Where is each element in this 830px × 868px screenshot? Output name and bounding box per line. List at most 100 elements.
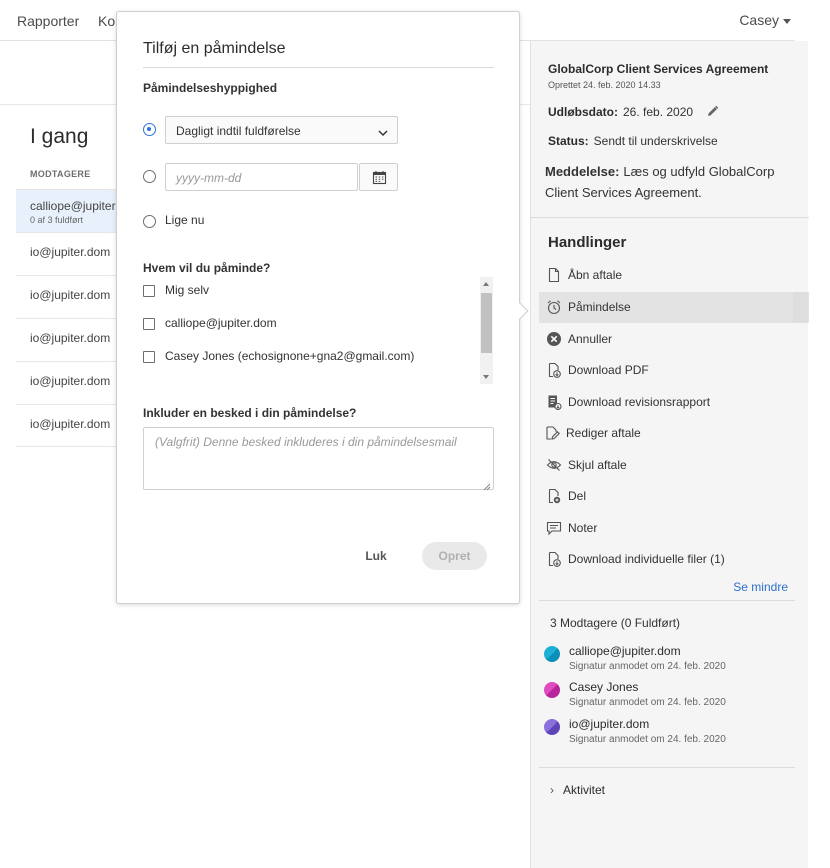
download-files-icon [546,551,562,567]
frequency-label: Påmindelseshyppighed [143,81,278,95]
avatar [544,646,560,662]
recipient-status: Signatur anmodet om 24. feb. 2020 [569,661,726,672]
row-recipient: io@jupiter.dom [30,288,111,302]
panel-scrollbar[interactable] [793,292,808,323]
checkbox[interactable] [143,285,155,297]
user-name: Casey [739,12,779,28]
action-label: Annuller [568,332,613,346]
radio-date[interactable] [143,170,156,183]
actions-heading: Handlinger [548,234,627,251]
action-share[interactable]: Del [539,481,809,512]
expiry-label: Udløbsdato: [548,105,618,120]
recipient-status: Signatur anmodet om 24. feb. 2020 [569,697,726,708]
see-less-link[interactable]: Se mindre [733,580,788,594]
chevron-right-icon: › [550,783,554,797]
avatar [544,682,560,698]
status-row: Status: Sendt til underskrivelse [548,134,718,148]
action-download-files[interactable]: Download individuelle filer (1) [539,544,809,575]
list-row[interactable]: io@jupiter.dom [16,318,126,361]
column-header-recipients: MODTAGERE [30,169,91,179]
action-download-pdf[interactable]: Download PDF [539,355,809,386]
list-row[interactable]: io@jupiter.dom [16,404,126,447]
agreement-created: Oprettet 24. feb. 2020 14.33 [548,80,661,90]
action-label: Noter [568,521,598,535]
date-placeholder: yyyy-mm-dd [176,171,242,185]
scroll-thumb[interactable] [481,293,492,353]
frequency-select[interactable]: Dagligt indtil fuldførelse [165,116,398,144]
scroll-down-icon[interactable] [483,375,489,379]
checklist-scrollbar[interactable] [480,277,493,384]
action-notes[interactable]: Noter [539,513,809,544]
scroll-up-icon[interactable] [483,282,489,286]
action-label: Rediger aftale [566,426,641,440]
frequency-value: Dagligt indtil fuldførelse [176,124,301,138]
list-row[interactable]: calliope@jupiter. 0 af 3 fuldført [16,189,126,232]
resize-grip-icon[interactable] [483,479,491,491]
document-icon [546,267,562,283]
nav-partial[interactable]: Ko [98,13,115,29]
activity-toggle[interactable]: › Aktivitet [550,783,605,797]
row-recipient: io@jupiter.dom [30,245,111,259]
close-button[interactable]: Luk [353,542,399,570]
audit-report-icon [546,394,562,411]
expiry-row: Udløbsdato: 26. feb. 2020 [548,105,719,121]
message-textarea[interactable]: (Valgfrit) Denne besked inkluderes i din… [143,427,494,491]
list-row[interactable]: io@jupiter.dom [16,361,126,404]
recipient-name: calliope@jupiter.dom [569,644,681,658]
chevron-down-icon [378,126,388,137]
checkbox-label: calliope@jupiter.dom [165,316,277,330]
calendar-button[interactable] [359,163,398,191]
pencil-icon[interactable] [706,105,719,121]
alarm-clock-icon [546,299,562,315]
download-pdf-icon [546,362,562,378]
list-row[interactable]: io@jupiter.dom [16,232,126,275]
nav-reports[interactable]: Rapporter [17,13,79,29]
message-label: Meddelelse: [545,164,620,179]
recipients-count: 3 Modtagere (0 Fuldført) [550,616,681,630]
action-label: Download individuelle filer (1) [568,552,725,566]
status-value: Sendt til underskrivelse [593,134,718,148]
expiry-value: 26. feb. 2020 [623,105,694,120]
row-progress: 0 af 3 fuldført [30,215,84,225]
activity-label: Aktivitet [563,783,606,797]
radio-now[interactable] [143,215,156,228]
message-placeholder: (Valgfrit) Denne besked inkluderes i din… [155,435,457,449]
checkbox[interactable] [143,318,155,330]
calendar-icon [372,170,387,185]
list-row[interactable]: io@jupiter.dom [16,275,126,318]
action-open-agreement[interactable]: Åbn aftale [539,260,809,291]
checkbox[interactable] [143,351,155,363]
row-recipient: calliope@jupiter. [30,199,119,213]
now-label[interactable]: Lige nu [165,213,204,227]
divider [531,217,809,218]
edit-document-icon [544,425,560,441]
add-reminder-dialog: Tilføj en påmindelse Påmindelseshyppighe… [116,11,529,604]
row-recipient: io@jupiter.dom [30,331,111,345]
row-recipient: io@jupiter.dom [30,417,111,431]
action-download-audit[interactable]: Download revisionsrapport [539,387,809,418]
action-label: Download PDF [568,363,649,377]
user-menu[interactable]: Casey [739,12,791,28]
create-button[interactable]: Opret [422,542,487,570]
message-row: Meddelelse: Læs og udfyld GlobalCorp Clie… [545,161,809,203]
divider [539,767,795,768]
checkbox-label: Casey Jones (echosignone+gna2@gmail.com) [165,349,415,363]
action-label: Påmindelse [568,300,631,314]
divider [539,600,795,601]
action-hide-agreement[interactable]: Skjul aftale [539,450,809,481]
section-title: I gang [30,125,89,148]
action-reminder[interactable]: Påmindelse [539,292,809,323]
cancel-circle-icon [546,331,562,347]
action-cancel[interactable]: Annuller [539,324,809,355]
action-label: Åbn aftale [568,268,623,282]
action-edit-agreement[interactable]: Rediger aftale [539,418,809,449]
date-input[interactable]: yyyy-mm-dd [165,163,358,191]
radio-frequency[interactable] [143,123,156,136]
recipient-name: io@jupiter.dom [569,717,650,731]
status-label: Status: [548,134,589,148]
action-label: Skjul aftale [568,458,627,472]
notes-icon [546,520,562,536]
share-document-icon [546,488,562,504]
checkbox-label: Mig selv [165,283,210,297]
hide-eye-icon [546,457,562,473]
